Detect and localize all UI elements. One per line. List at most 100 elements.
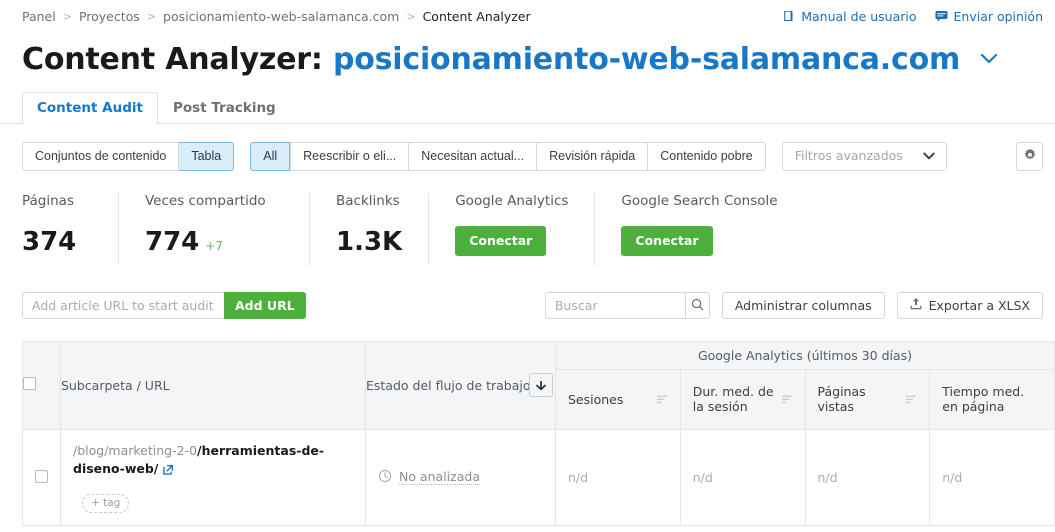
gear-icon <box>1023 147 1037 166</box>
column-header-sessions[interactable]: Sesiones <box>555 368 681 430</box>
view-mode-group: Conjuntos de contenido Tabla <box>22 141 235 171</box>
metrics-row: Páginas 374 Veces compartido 774 +7 Back… <box>0 171 1055 265</box>
export-xlsx-button[interactable]: Exportar a XLSX <box>896 291 1043 319</box>
column-header-duration[interactable]: Dur. med. de la sesión <box>679 368 806 430</box>
row-checkbox[interactable] <box>35 470 48 484</box>
chevron-down-icon <box>923 148 935 163</box>
column-header-pageviews-label: Páginas vistas <box>817 384 866 415</box>
column-header-url[interactable]: Subcarpeta / URL <box>60 340 366 430</box>
column-header-time-on-page-label: Tiempo med. en página <box>942 384 1025 415</box>
connect-google-analytics-button[interactable]: Conectar <box>455 225 547 256</box>
content-analyzer-page: Panel > Proyectos > posicionamiento-web-… <box>0 0 1055 532</box>
row-state[interactable]: No analizada <box>378 469 543 486</box>
row-sessions-value: n/d <box>568 469 589 485</box>
row-url-cell: /blog/marketing-2-0/herramientas-de-dise… <box>60 428 366 526</box>
column-header-state[interactable]: Estado del flujo de trabajo <box>365 340 556 430</box>
external-link-icon[interactable] <box>163 463 174 478</box>
row-url-prefix: /blog/marketing-2-0 <box>73 442 198 458</box>
search-icon <box>691 296 704 315</box>
row-url[interactable]: /blog/marketing-2-0/herramientas-de-dise… <box>73 442 353 480</box>
settings-gear-button[interactable] <box>1016 141 1043 171</box>
sort-icon[interactable] <box>781 392 793 407</box>
view-mode-table[interactable]: Tabla <box>179 141 235 171</box>
row-time-on-page-value: n/d <box>942 469 963 485</box>
chevron-down-icon[interactable] <box>979 38 999 75</box>
metric-value-wrap: 1.3K <box>336 227 402 257</box>
export-xlsx-label: Exportar a XLSX <box>928 297 1030 313</box>
row-select-cell <box>22 428 61 526</box>
actions-row: Add URL Administrar columnas Exportar a … <box>0 265 1055 319</box>
breadcrumb-separator: > <box>406 9 416 23</box>
column-header-state-label: Estado del flujo de trabajo <box>366 377 531 393</box>
row-duration-value: n/d <box>692 469 713 485</box>
segment-rewrite-or-remove[interactable]: Reescribir o eli... <box>290 141 410 171</box>
column-header-sessions-label: Sesiones <box>568 391 624 407</box>
row-time-on-page-cell: n/d <box>929 428 1055 526</box>
page-title-domain[interactable]: posicionamiento-web-salamanca.com <box>333 42 960 77</box>
manage-columns-button[interactable]: Administrar columnas <box>721 291 885 319</box>
segment-poor-content[interactable]: Contenido pobre <box>648 141 766 171</box>
add-tag-button[interactable]: + tag <box>82 493 130 513</box>
search-input[interactable] <box>544 291 685 319</box>
upload-icon <box>910 297 922 313</box>
advanced-filters-dropdown[interactable]: Filtros avanzados <box>781 141 947 171</box>
right-actions: Administrar columnas Exportar a XLSX <box>544 291 1043 319</box>
add-url-button[interactable]: Add URL <box>224 291 306 319</box>
metric-label: Páginas <box>22 192 74 209</box>
column-header-time-on-page[interactable]: Tiempo med. en página <box>929 368 1055 430</box>
advanced-filters-label: Filtros avanzados <box>794 148 903 164</box>
segment-quick-review[interactable]: Revisión rápida <box>537 141 649 171</box>
metric-value-wrap: 774 +7 <box>145 227 283 257</box>
add-url-input[interactable] <box>22 291 224 319</box>
table-group-header-row: Subcarpeta / URL Estado del flujo de tra… <box>22 340 1055 430</box>
audit-table-head: Subcarpeta / URL Estado del flujo de tra… <box>22 340 1055 430</box>
feedback-icon <box>935 10 948 22</box>
column-header-url-label: Subcarpeta / URL <box>61 377 170 393</box>
page-title: Content Analyzer: posicionamiento-web-sa… <box>22 38 1033 79</box>
view-mode-content-sets[interactable]: Conjuntos de contenido <box>22 141 180 171</box>
row-state-cell: No analizada <box>365 428 556 526</box>
metric-google-search-console: Google Search Console Conectar <box>621 193 803 265</box>
row-duration-cell: n/d <box>679 428 806 526</box>
sort-icon[interactable] <box>906 392 917 407</box>
metric-value: 374 <box>22 226 77 257</box>
tab-post-tracking[interactable]: Post Tracking <box>158 92 291 124</box>
metric-label: Google Search Console <box>621 192 778 209</box>
connect-google-search-console-button[interactable]: Conectar <box>621 225 713 256</box>
metric-label: Veces compartido <box>145 192 266 209</box>
table-row: /blog/marketing-2-0/herramientas-de-dise… <box>22 428 1055 526</box>
send-feedback-link[interactable]: Enviar opinión <box>935 9 1043 24</box>
column-group-label: Google Analytics (últimos 30 días) <box>697 347 913 363</box>
filter-row: Conjuntos de contenido Tabla All Reescri… <box>0 124 1055 171</box>
breadcrumb-separator: > <box>146 9 157 23</box>
metric-delta: +7 <box>205 238 223 253</box>
segment-need-update[interactable]: Necesitan actual... <box>409 141 538 171</box>
select-all-checkbox[interactable] <box>23 377 36 391</box>
breadcrumb-item-current: Content Analyzer <box>422 8 531 24</box>
sort-icon[interactable] <box>656 392 668 407</box>
user-manual-label: Manual de usuario <box>801 8 917 24</box>
metric-value: 774 <box>145 226 200 257</box>
column-header-duration-label: Dur. med. de la sesión <box>692 384 774 415</box>
breadcrumb-separator: > <box>62 9 72 23</box>
breadcrumb-item-project[interactable]: posicionamiento-web-salamanca.com <box>163 9 399 24</box>
manage-columns-label: Administrar columnas <box>734 297 872 313</box>
workflow-state-filter-button[interactable] <box>529 373 553 398</box>
row-sessions-cell: n/d <box>555 428 681 526</box>
metric-google-analytics: Google Analytics Conectar <box>455 192 596 265</box>
audit-table-body: /blog/marketing-2-0/herramientas-de-dise… <box>22 428 1055 526</box>
tab-content-audit[interactable]: Content Audit <box>22 91 158 124</box>
breadcrumb-item-panel[interactable]: Panel <box>22 9 56 24</box>
segment-all[interactable]: All <box>250 141 291 171</box>
metric-value-wrap: 374 <box>22 227 92 257</box>
audit-table: Subcarpeta / URL Estado del flujo de tra… <box>22 340 1055 526</box>
row-state-label: No analizada <box>399 469 480 486</box>
chevron-down-icon <box>535 378 547 393</box>
search-button[interactable] <box>684 291 710 319</box>
column-header-pageviews[interactable]: Páginas vistas <box>804 368 931 430</box>
user-manual-link[interactable]: Manual de usuario <box>783 8 917 24</box>
send-feedback-label: Enviar opinión <box>953 8 1043 24</box>
breadcrumb-item-proyectos[interactable]: Proyectos <box>79 9 140 24</box>
row-pageviews-value: n/d <box>817 469 838 485</box>
book-icon <box>783 10 795 22</box>
